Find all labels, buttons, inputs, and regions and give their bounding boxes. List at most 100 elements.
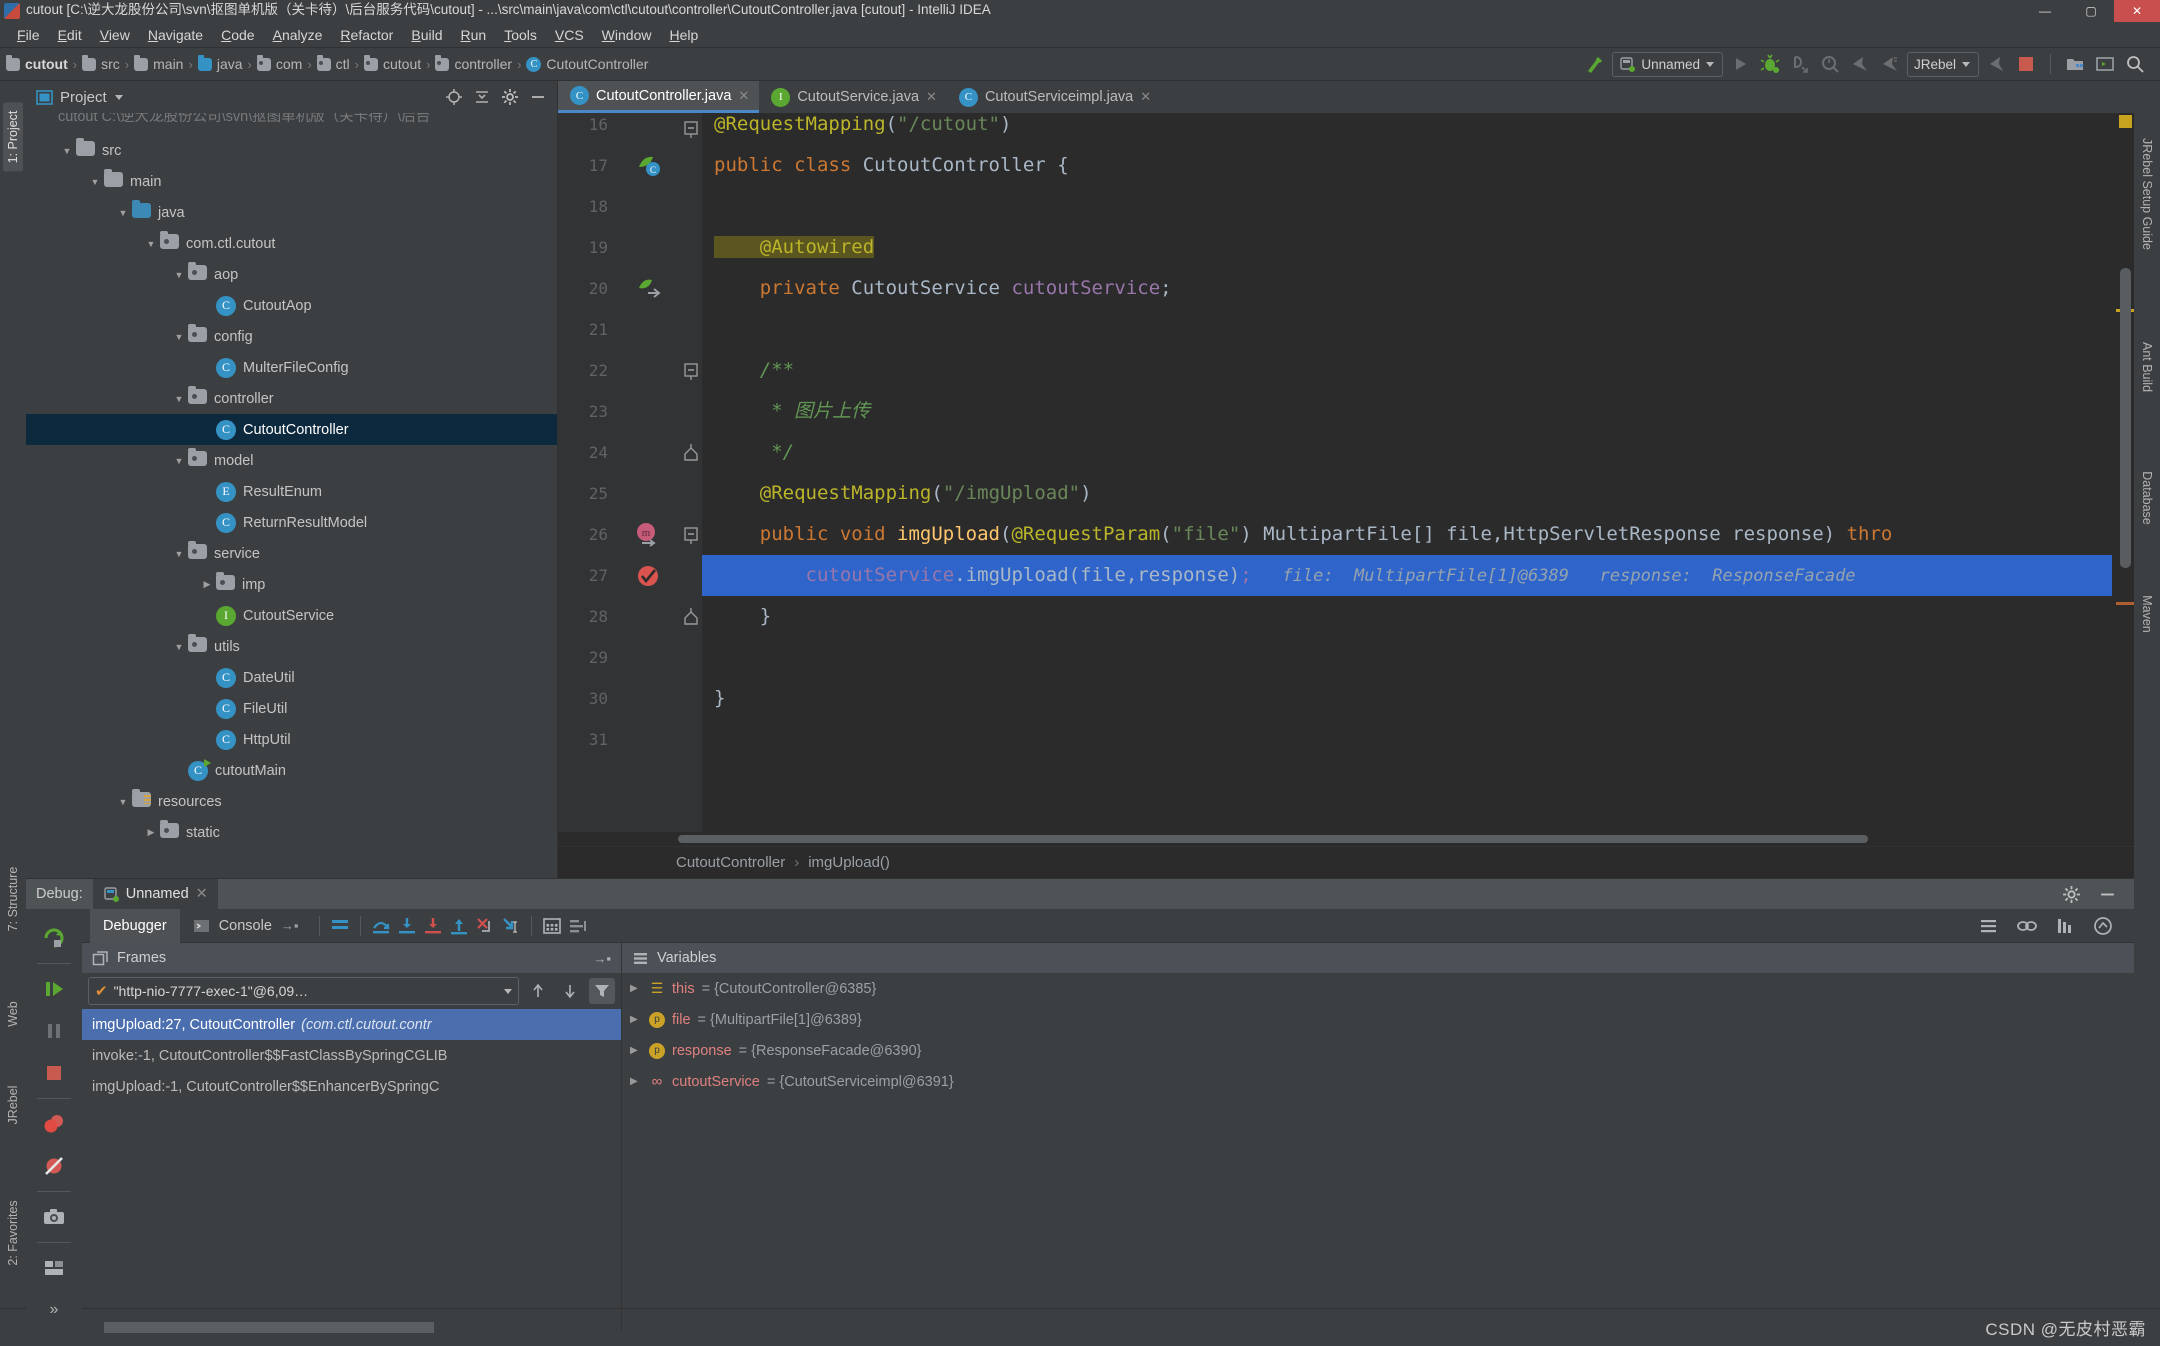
tree-item[interactable]: ▼ com.ctl.cutout xyxy=(26,228,557,259)
rerun-icon[interactable] xyxy=(33,917,75,959)
code-line[interactable]: * 图片上传 xyxy=(702,391,2112,432)
chevron-right-icon[interactable]: ▶ xyxy=(630,1045,642,1056)
stripe-mark[interactable] xyxy=(2116,602,2134,605)
breadcrumb-item-cutout[interactable]: cutout xyxy=(364,54,421,72)
code-line[interactable]: public void imgUpload(@RequestParam("fil… xyxy=(702,514,2112,555)
breakpoint-hit-icon[interactable] xyxy=(618,555,680,596)
tool-window-tab-maven[interactable]: Maven xyxy=(2140,595,2154,633)
breadcrumb-item-java[interactable]: java xyxy=(197,54,243,72)
variable-row[interactable]: ▶ ☰ this = {CutoutController@6385} xyxy=(622,973,2134,1004)
tree-item[interactable]: C HttpUtil xyxy=(26,724,557,755)
code-text-area[interactable]: @RequestMapping("/cutout") public class C… xyxy=(702,113,2112,832)
breadcrumb-item-com[interactable]: com xyxy=(256,54,302,72)
breadcrumb[interactable]: cutout › src › main › java › com › ctl › cutout › cont… xyxy=(6,54,648,72)
tool-window-tab-2-favorites[interactable]: 2: Favorites xyxy=(6,1200,20,1265)
search-icon[interactable] xyxy=(2122,51,2148,77)
tree-item[interactable]: C MulterFileConfig xyxy=(26,352,557,383)
status-scrollbar[interactable] xyxy=(104,1322,494,1333)
maximize-button[interactable]: ▢ xyxy=(2068,0,2114,22)
debugger-toolbar[interactable]: Debugger Console →▪ xyxy=(82,908,2134,943)
tool-window-tab-jrebel[interactable]: JRebel xyxy=(6,1086,20,1125)
code-line[interactable]: public class CutoutController { xyxy=(702,145,2112,186)
code-line[interactable]: @RequestMapping("/cutout") xyxy=(702,113,2112,145)
code-line[interactable]: /** xyxy=(702,350,2112,391)
debug-session-tab[interactable]: Unnamed ✕ xyxy=(92,879,218,909)
variable-row[interactable]: ▶ p response = {ResponseFacade@6390} xyxy=(622,1035,2134,1066)
code-line[interactable] xyxy=(702,719,2112,760)
hide-panel-icon[interactable] xyxy=(525,84,551,110)
variables-list[interactable]: ▶ ☰ this = {CutoutController@6385} ▶ p file = {… xyxy=(622,973,2134,1097)
frame-row[interactable]: imgUpload:-1, CutoutController$$Enhancer… xyxy=(82,1071,621,1102)
frame-row[interactable]: invoke:-1, CutoutController$$FastClassBy… xyxy=(82,1040,621,1071)
menu-item-run[interactable]: Run xyxy=(451,25,495,45)
menu-item-code[interactable]: Code xyxy=(212,25,263,45)
collapse-all-icon[interactable] xyxy=(469,84,495,110)
view-breakpoints-icon[interactable] xyxy=(33,1103,75,1145)
code-line[interactable]: } xyxy=(702,678,2112,719)
chevron-right-icon[interactable]: ▶ xyxy=(142,827,160,838)
thread-selector[interactable]: ✔ "http-nio-7777-exec-1"@6,09… xyxy=(88,977,519,1005)
chevron-down-icon[interactable]: ▼ xyxy=(86,177,104,187)
code-line-current[interactable]: cutoutService.imgUpload(file,response); … xyxy=(702,555,2112,596)
debug-header[interactable]: Debug: Unnamed ✕ xyxy=(26,879,2134,909)
tree-item[interactable]: C CutoutAop xyxy=(26,290,557,321)
tree-item[interactable]: ▼ main xyxy=(26,166,557,197)
editor-area[interactable]: C CutoutController.java ✕ I CutoutService.ja… xyxy=(558,81,2134,878)
debug-tool-window[interactable]: Debug: Unnamed ✕ » Debugger Console →▪ F… xyxy=(26,878,2134,1331)
build-icon[interactable] xyxy=(1582,51,1608,77)
tree-item[interactable]: C DateUtil xyxy=(26,662,557,693)
menu-item-file[interactable]: File xyxy=(8,25,49,45)
menu-item-vcs[interactable]: VCS xyxy=(546,25,593,45)
tree-item[interactable]: ▼ config xyxy=(26,321,557,352)
project-structure-icon[interactable] xyxy=(2062,51,2088,77)
fold-end-icon[interactable] xyxy=(680,432,702,473)
tree-item[interactable]: ▼ utils xyxy=(26,631,557,662)
drop-frame-icon[interactable] xyxy=(472,913,498,939)
editor-tab-cutoutcontroller[interactable]: C CutoutController.java ✕ xyxy=(558,81,760,113)
debug-icon[interactable] xyxy=(1757,51,1783,77)
mute-breakpoints-icon[interactable] xyxy=(33,1145,75,1187)
tree-item[interactable]: C FileUtil xyxy=(26,693,557,724)
menu-item-help[interactable]: Help xyxy=(660,25,707,45)
chevron-down-icon[interactable]: ▼ xyxy=(170,642,188,652)
chevron-right-icon[interactable]: ▶ xyxy=(630,983,642,994)
debug-panes[interactable]: Frames →▪ ✔ "http-nio-7777-exec-1"@6,09… xyxy=(82,943,2134,1331)
show-execution-point-icon[interactable] xyxy=(327,913,353,939)
tree-item[interactable]: ▼ model xyxy=(26,445,557,476)
breadcrumb-item-cutout[interactable]: cutout xyxy=(6,54,68,72)
code-line[interactable]: @RequestMapping("/imgUpload") xyxy=(702,473,2112,514)
grid-view-icon[interactable] xyxy=(2052,913,2078,939)
tree-item[interactable]: E ResultEnum xyxy=(26,476,557,507)
scrollbar-thumb[interactable] xyxy=(678,835,1868,843)
variables-pane[interactable]: Variables ▶ ☰ this = {CutoutController@6385… xyxy=(622,943,2134,1331)
editor-breadcrumb-item[interactable]: CutoutController xyxy=(676,854,785,871)
gear-icon[interactable] xyxy=(2058,881,2084,907)
tab-console[interactable]: Console →▪ xyxy=(180,909,312,943)
breadcrumb-item-main[interactable]: main xyxy=(134,54,183,72)
method-breakpoint-icon[interactable]: m xyxy=(618,514,680,555)
step-over-icon[interactable] xyxy=(368,913,394,939)
chevron-down-icon[interactable]: ▼ xyxy=(170,332,188,342)
variable-row[interactable]: ▶ p file = {MultipartFile[1]@6389} xyxy=(622,1004,2134,1035)
main-toolbar-actions[interactable]: Unnamed JRebel xyxy=(1582,51,2154,77)
menu-item-refactor[interactable]: Refactor xyxy=(331,25,402,45)
step-into-icon[interactable] xyxy=(394,913,420,939)
tree-item[interactable]: C ReturnResultModel xyxy=(26,507,557,538)
debug-side-actions[interactable]: » xyxy=(26,909,82,1331)
code-line[interactable]: @Autowired xyxy=(702,227,2112,268)
chevron-down-icon[interactable]: ▼ xyxy=(114,208,132,218)
code-folding-area[interactable] xyxy=(680,113,702,832)
code-line[interactable]: */ xyxy=(702,432,2112,473)
terminal-icon[interactable] xyxy=(2092,51,2118,77)
layout-settings-icon[interactable] xyxy=(33,1247,75,1289)
menu-item-edit[interactable]: Edit xyxy=(49,25,91,45)
warning-stripe-icon[interactable] xyxy=(2119,115,2132,128)
tool-window-tab-ant-build[interactable]: Ant Build xyxy=(2140,341,2154,391)
resume-program-icon[interactable] xyxy=(33,968,75,1010)
tab-debugger[interactable]: Debugger xyxy=(90,908,180,943)
chevron-right-icon[interactable]: ▶ xyxy=(198,579,216,590)
code-line[interactable] xyxy=(702,186,2112,227)
frames-list[interactable]: imgUpload:27, CutoutController (com.ctl.c… xyxy=(82,1009,621,1102)
editor-tab-cutoutserviceimpl[interactable]: C CutoutServiceimpl.java ✕ xyxy=(946,81,1162,113)
tree-item[interactable]: I CutoutService xyxy=(26,600,557,631)
